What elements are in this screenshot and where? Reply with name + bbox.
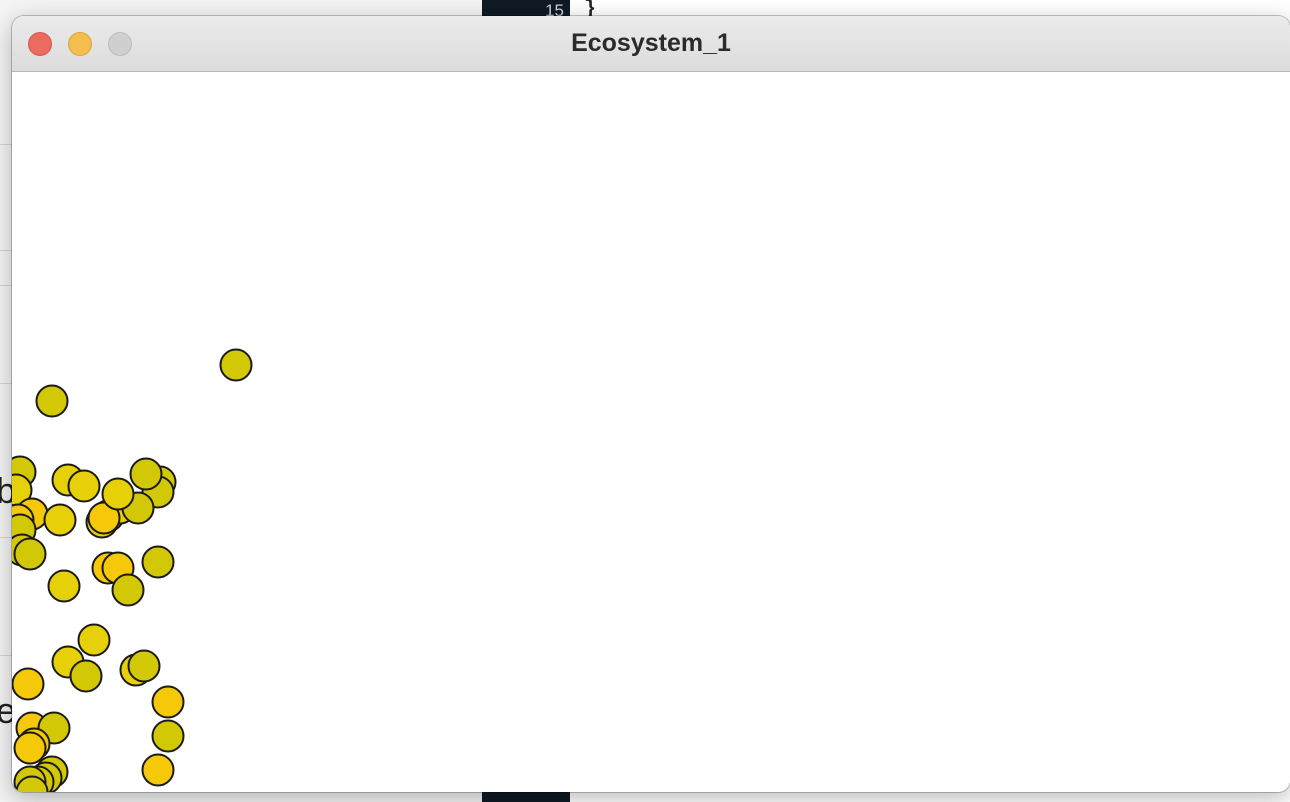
creature bbox=[67, 469, 101, 503]
title-bar[interactable]: Ecosystem_1 bbox=[12, 16, 1290, 72]
creature bbox=[129, 457, 163, 491]
creature bbox=[47, 569, 81, 603]
creature bbox=[219, 348, 253, 382]
creature bbox=[12, 667, 45, 701]
window-title: Ecosystem_1 bbox=[571, 29, 731, 57]
creature bbox=[111, 573, 145, 607]
creature bbox=[141, 545, 175, 579]
sketch-canvas[interactable] bbox=[12, 72, 1290, 792]
creature-layer bbox=[12, 348, 253, 792]
creature bbox=[35, 384, 69, 418]
creature bbox=[69, 659, 103, 693]
creature bbox=[77, 623, 111, 657]
creature bbox=[151, 685, 185, 719]
creature bbox=[141, 753, 175, 787]
sketch-window: Ecosystem_1 bbox=[12, 16, 1290, 792]
creature bbox=[127, 649, 161, 683]
creature bbox=[43, 503, 77, 537]
creature bbox=[13, 537, 47, 571]
creature bbox=[151, 719, 185, 753]
creature bbox=[101, 477, 135, 511]
desktop: bi ec 15 } Ecosystem_1 bbox=[0, 0, 1290, 802]
creature bbox=[13, 731, 47, 765]
